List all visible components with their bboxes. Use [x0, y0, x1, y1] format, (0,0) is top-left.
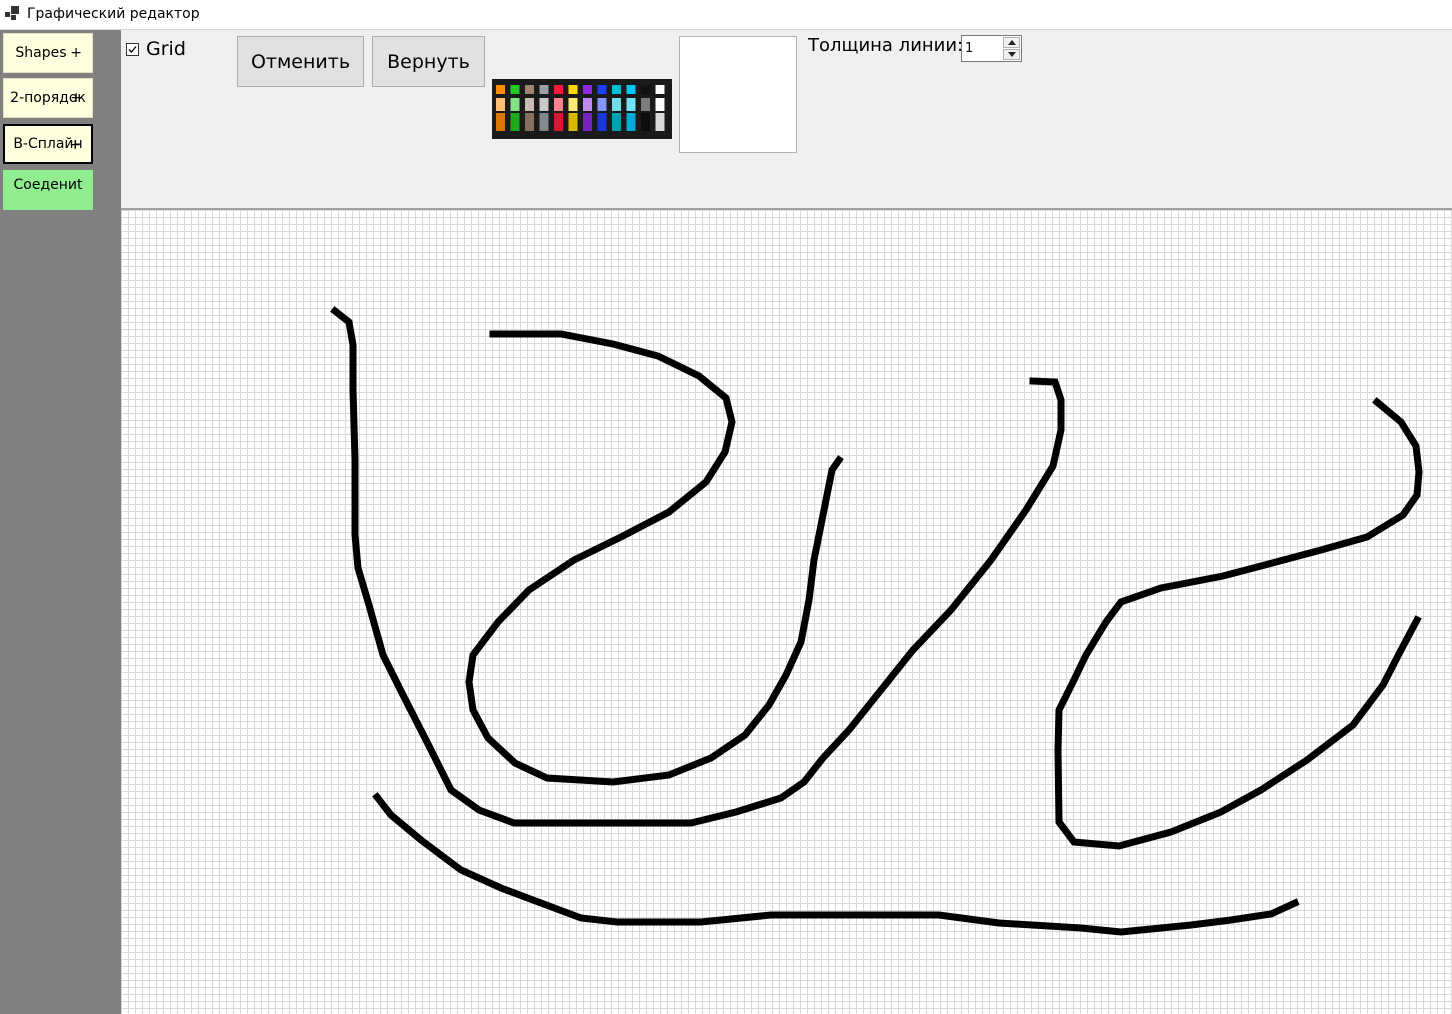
- palette-swatch[interactable]: [597, 98, 607, 111]
- sidebar: Shapes + 2-порядок + B-Сплайн + Соедениt: [0, 30, 121, 1014]
- expand-plus-icon: +: [69, 137, 81, 153]
- palette-swatch[interactable]: [612, 85, 621, 94]
- expand-plus-icon: +: [70, 90, 82, 106]
- palette-swatch[interactable]: [641, 85, 650, 94]
- curve-right-loop: [1054, 397, 1423, 850]
- shapes-button-label: Shapes: [15, 45, 67, 61]
- grid-checkbox-label: Grid: [146, 38, 186, 60]
- palette-swatch[interactable]: [539, 113, 549, 131]
- palette-swatch[interactable]: [554, 98, 563, 111]
- spinner-up-arrow-icon[interactable]: [1003, 37, 1020, 48]
- drawn-curves: [330, 306, 1423, 936]
- palette-swatch[interactable]: [612, 113, 621, 131]
- window-title: Графический редактор: [27, 6, 200, 22]
- palette-swatch[interactable]: [612, 98, 621, 111]
- spinner-down-arrow-icon[interactable]: [1003, 49, 1020, 60]
- palette-swatch[interactable]: [496, 85, 505, 94]
- curve-left-bow: [330, 306, 1065, 827]
- expand-plus-icon: +: [70, 45, 82, 61]
- palette-swatch[interactable]: [510, 85, 520, 94]
- curve-s-shape: [465, 330, 844, 786]
- app-window-icon: [5, 6, 19, 20]
- line-thickness-label: Толщина линии:: [808, 35, 964, 56]
- palette-swatch[interactable]: [539, 85, 549, 94]
- palette-swatch[interactable]: [583, 85, 592, 94]
- palette-swatch[interactable]: [641, 98, 650, 111]
- palette-swatch[interactable]: [655, 113, 665, 131]
- selected-color-preview: [679, 36, 797, 153]
- line-thickness-value[interactable]: 1: [965, 41, 973, 56]
- palette-swatch[interactable]: [641, 113, 650, 131]
- palette-swatch[interactable]: [496, 113, 505, 131]
- checkbox-checked-icon[interactable]: [126, 42, 139, 56]
- palette-swatch[interactable]: [626, 98, 636, 111]
- palette-swatch[interactable]: [510, 113, 520, 131]
- palette-swatch[interactable]: [568, 85, 578, 94]
- palette-swatch[interactable]: [554, 113, 563, 131]
- join-button-label: Соедениt: [13, 177, 83, 193]
- palette-swatch[interactable]: [626, 85, 636, 94]
- curve-bottom-arc: [372, 792, 1300, 936]
- palette-swatch[interactable]: [597, 113, 607, 131]
- palette-swatch[interactable]: [539, 98, 549, 111]
- color-palette[interactable]: [492, 79, 672, 139]
- palette-swatch[interactable]: [597, 85, 607, 94]
- palette-swatch[interactable]: [568, 98, 578, 111]
- drawing-canvas[interactable]: [121, 210, 1452, 1014]
- palette-swatches[interactable]: [492, 79, 672, 139]
- redo-button[interactable]: Вернуть: [372, 36, 485, 87]
- grid-checkbox[interactable]: Grid: [126, 38, 186, 60]
- join-button[interactable]: Соедениt: [3, 170, 93, 210]
- palette-swatch[interactable]: [496, 98, 505, 111]
- title-bar: Графический редактор: [0, 0, 1452, 30]
- palette-swatch[interactable]: [626, 113, 636, 131]
- b-spline-button[interactable]: B-Сплайн +: [3, 124, 93, 164]
- second-order-button[interactable]: 2-порядок +: [3, 78, 93, 118]
- palette-swatch[interactable]: [568, 113, 578, 131]
- palette-swatch[interactable]: [525, 85, 534, 94]
- shapes-button[interactable]: Shapes +: [3, 33, 93, 73]
- line-thickness-spinner[interactable]: 1: [961, 35, 1022, 62]
- palette-swatch[interactable]: [583, 98, 592, 111]
- palette-swatch[interactable]: [525, 98, 534, 111]
- palette-swatch[interactable]: [525, 113, 534, 131]
- palette-swatch[interactable]: [655, 85, 665, 94]
- palette-swatch[interactable]: [583, 113, 592, 131]
- undo-button[interactable]: Отменить: [237, 36, 364, 87]
- palette-swatch[interactable]: [510, 98, 520, 111]
- toolbar: Grid Отменить Вернуть Толщина линии: 1: [121, 30, 1452, 210]
- palette-swatch[interactable]: [655, 98, 665, 111]
- palette-swatch[interactable]: [554, 85, 563, 94]
